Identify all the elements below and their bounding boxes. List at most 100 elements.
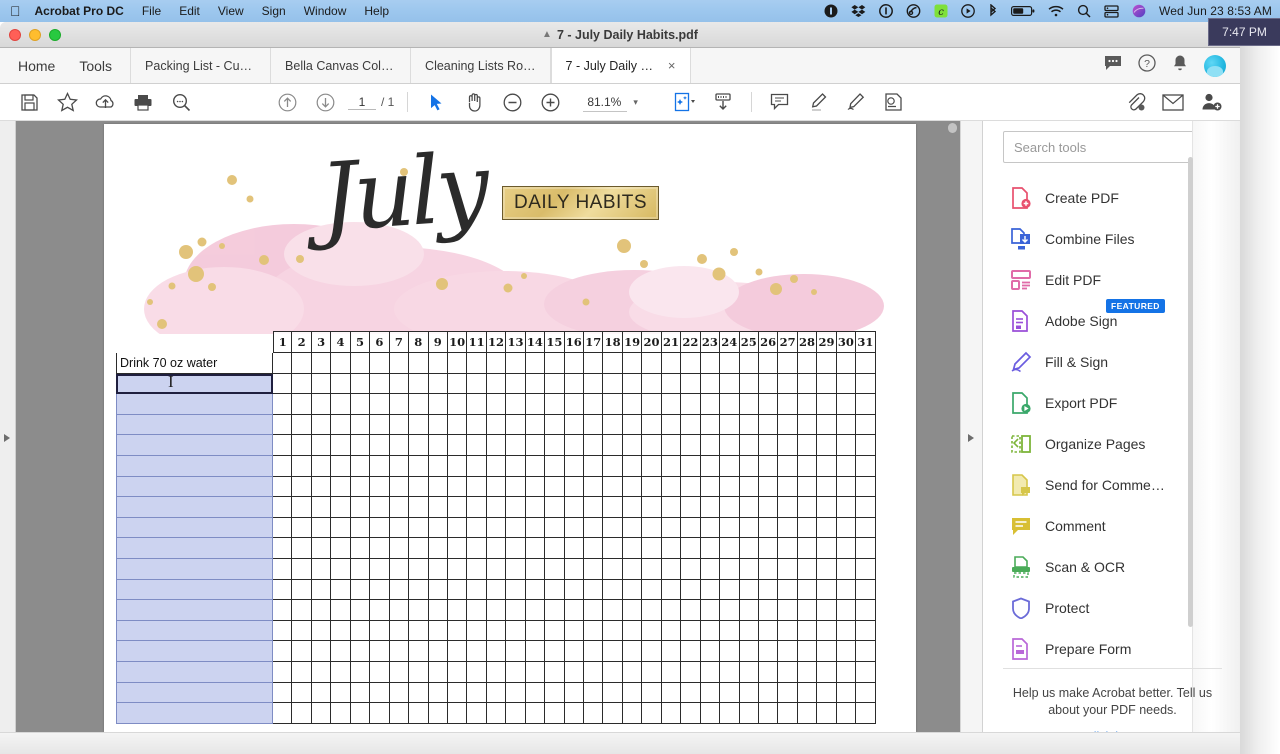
habit-day-checkbox-cell[interactable] xyxy=(661,579,682,601)
habit-day-checkbox-cell[interactable] xyxy=(681,661,701,683)
habit-day-checkbox-cell[interactable] xyxy=(661,558,682,580)
habit-day-checkbox-cell[interactable] xyxy=(506,661,526,683)
habit-day-checkbox-cell[interactable] xyxy=(273,517,293,539)
habit-day-checkbox-cell[interactable] xyxy=(311,497,332,518)
tab-packing-list[interactable]: Packing List - Cus… xyxy=(131,48,272,83)
menu-item-help[interactable]: Help xyxy=(364,4,389,18)
zoom-in-icon[interactable] xyxy=(531,87,569,117)
habit-day-checkbox-cell[interactable] xyxy=(370,517,390,539)
habit-day-checkbox-cell[interactable] xyxy=(817,538,837,559)
habit-day-checkbox-cell[interactable] xyxy=(739,600,759,621)
habit-day-checkbox-cell[interactable] xyxy=(642,558,662,580)
habit-day-checkbox-cell[interactable] xyxy=(311,682,332,704)
habit-day-checkbox-cell[interactable] xyxy=(486,517,507,539)
habit-day-checkbox-cell[interactable] xyxy=(525,455,546,477)
menu-item-edit[interactable]: Edit xyxy=(179,4,200,18)
habit-day-checkbox-cell[interactable] xyxy=(642,579,662,601)
habit-day-checkbox-cell[interactable] xyxy=(331,703,351,724)
habit-day-checkbox-cell[interactable] xyxy=(273,414,293,436)
habit-day-checkbox-cell[interactable] xyxy=(836,600,857,621)
habit-day-checkbox-cell[interactable] xyxy=(739,373,759,395)
habit-day-checkbox-cell[interactable] xyxy=(506,476,526,498)
habit-day-checkbox-cell[interactable] xyxy=(642,497,662,518)
habit-day-checkbox-cell[interactable] xyxy=(409,558,429,580)
habit-day-checkbox-cell[interactable] xyxy=(370,600,390,621)
habit-day-checkbox-cell[interactable] xyxy=(758,661,779,683)
habit-day-checkbox-cell[interactable] xyxy=(836,353,857,374)
habit-day-checkbox-cell[interactable] xyxy=(856,661,876,683)
habit-day-checkbox-cell[interactable] xyxy=(409,682,429,704)
habit-day-checkbox-cell[interactable] xyxy=(836,394,857,415)
habit-day-checkbox-cell[interactable] xyxy=(856,703,876,724)
habit-day-checkbox-cell[interactable] xyxy=(467,703,487,724)
habit-day-checkbox-cell[interactable] xyxy=(409,373,429,395)
habit-day-checkbox-cell[interactable] xyxy=(350,394,371,415)
habit-day-checkbox-cell[interactable] xyxy=(525,435,546,456)
habit-day-checkbox-cell[interactable] xyxy=(311,661,332,683)
habit-day-checkbox-cell[interactable] xyxy=(642,414,662,436)
habit-day-checkbox-cell[interactable] xyxy=(603,476,623,498)
habit-day-checkbox-cell[interactable] xyxy=(681,558,701,580)
habit-day-checkbox-cell[interactable] xyxy=(486,703,507,724)
habit-day-checkbox-cell[interactable] xyxy=(836,682,857,704)
hand-tool-icon[interactable] xyxy=(455,87,493,117)
habit-day-checkbox-cell[interactable] xyxy=(622,476,643,498)
habit-day-checkbox-cell[interactable] xyxy=(661,497,682,518)
habit-day-checkbox-cell[interactable] xyxy=(603,435,623,456)
habit-day-checkbox-cell[interactable] xyxy=(350,682,371,704)
habit-day-checkbox-cell[interactable] xyxy=(700,641,721,662)
habit-day-checkbox-cell[interactable] xyxy=(720,373,740,395)
habit-day-checkbox-cell[interactable] xyxy=(292,476,312,498)
habit-day-checkbox-cell[interactable] xyxy=(778,455,798,477)
habit-label-field[interactable] xyxy=(116,476,273,498)
habit-day-checkbox-cell[interactable] xyxy=(564,353,584,374)
display-stack-icon[interactable] xyxy=(1104,4,1119,18)
habit-day-checkbox-cell[interactable] xyxy=(389,435,410,456)
habit-day-checkbox-cell[interactable] xyxy=(409,394,429,415)
habit-day-checkbox-cell[interactable] xyxy=(389,641,410,662)
habit-day-checkbox-cell[interactable] xyxy=(681,435,701,456)
habit-day-checkbox-cell[interactable] xyxy=(661,455,682,477)
habit-day-checkbox-cell[interactable] xyxy=(331,661,351,683)
habit-day-checkbox-cell[interactable] xyxy=(273,661,293,683)
habit-day-checkbox-cell[interactable] xyxy=(797,497,818,518)
habit-day-checkbox-cell[interactable] xyxy=(622,538,643,559)
habit-day-checkbox-cell[interactable] xyxy=(584,641,604,662)
zoom-search-icon[interactable] xyxy=(162,87,200,117)
habit-day-checkbox-cell[interactable] xyxy=(700,373,721,395)
habit-day-checkbox-cell[interactable] xyxy=(525,620,546,642)
habit-day-checkbox-cell[interactable] xyxy=(467,455,487,477)
habit-day-checkbox-cell[interactable] xyxy=(292,435,312,456)
habit-day-checkbox-cell[interactable] xyxy=(739,394,759,415)
habit-day-checkbox-cell[interactable] xyxy=(545,558,565,580)
habit-day-checkbox-cell[interactable] xyxy=(428,517,448,539)
habit-day-checkbox-cell[interactable] xyxy=(739,538,759,559)
habit-day-checkbox-cell[interactable] xyxy=(758,703,779,724)
habit-day-checkbox-cell[interactable] xyxy=(486,641,507,662)
habit-day-checkbox-cell[interactable] xyxy=(350,579,371,601)
habit-day-checkbox-cell[interactable] xyxy=(370,579,390,601)
habit-day-checkbox-cell[interactable] xyxy=(506,620,526,642)
habit-day-checkbox-cell[interactable] xyxy=(700,435,721,456)
habit-day-checkbox-cell[interactable] xyxy=(525,661,546,683)
habit-day-checkbox-cell[interactable] xyxy=(525,703,546,724)
chevron-down-icon[interactable]: ▾ xyxy=(633,97,638,108)
habit-day-checkbox-cell[interactable] xyxy=(506,703,526,724)
habit-day-checkbox-cell[interactable] xyxy=(584,435,604,456)
habit-day-checkbox-cell[interactable] xyxy=(720,414,740,436)
tool-item-create-pdf[interactable]: Create PDF xyxy=(983,177,1240,218)
habit-label-field[interactable] xyxy=(116,620,273,642)
habit-day-checkbox-cell[interactable] xyxy=(797,682,818,704)
habit-day-checkbox-cell[interactable] xyxy=(642,373,662,395)
habit-day-checkbox-cell[interactable] xyxy=(739,414,759,436)
habit-day-checkbox-cell[interactable] xyxy=(778,476,798,498)
habit-day-checkbox-cell[interactable] xyxy=(622,517,643,539)
habit-day-checkbox-cell[interactable] xyxy=(409,435,429,456)
habit-day-checkbox-cell[interactable] xyxy=(350,661,371,683)
help-circle-icon[interactable]: ? xyxy=(1138,54,1156,77)
habit-day-checkbox-cell[interactable] xyxy=(389,517,410,539)
habit-day-checkbox-cell[interactable] xyxy=(428,476,448,498)
habit-day-checkbox-cell[interactable] xyxy=(428,497,448,518)
habit-day-checkbox-cell[interactable] xyxy=(778,373,798,395)
habit-day-checkbox-cell[interactable] xyxy=(817,682,837,704)
